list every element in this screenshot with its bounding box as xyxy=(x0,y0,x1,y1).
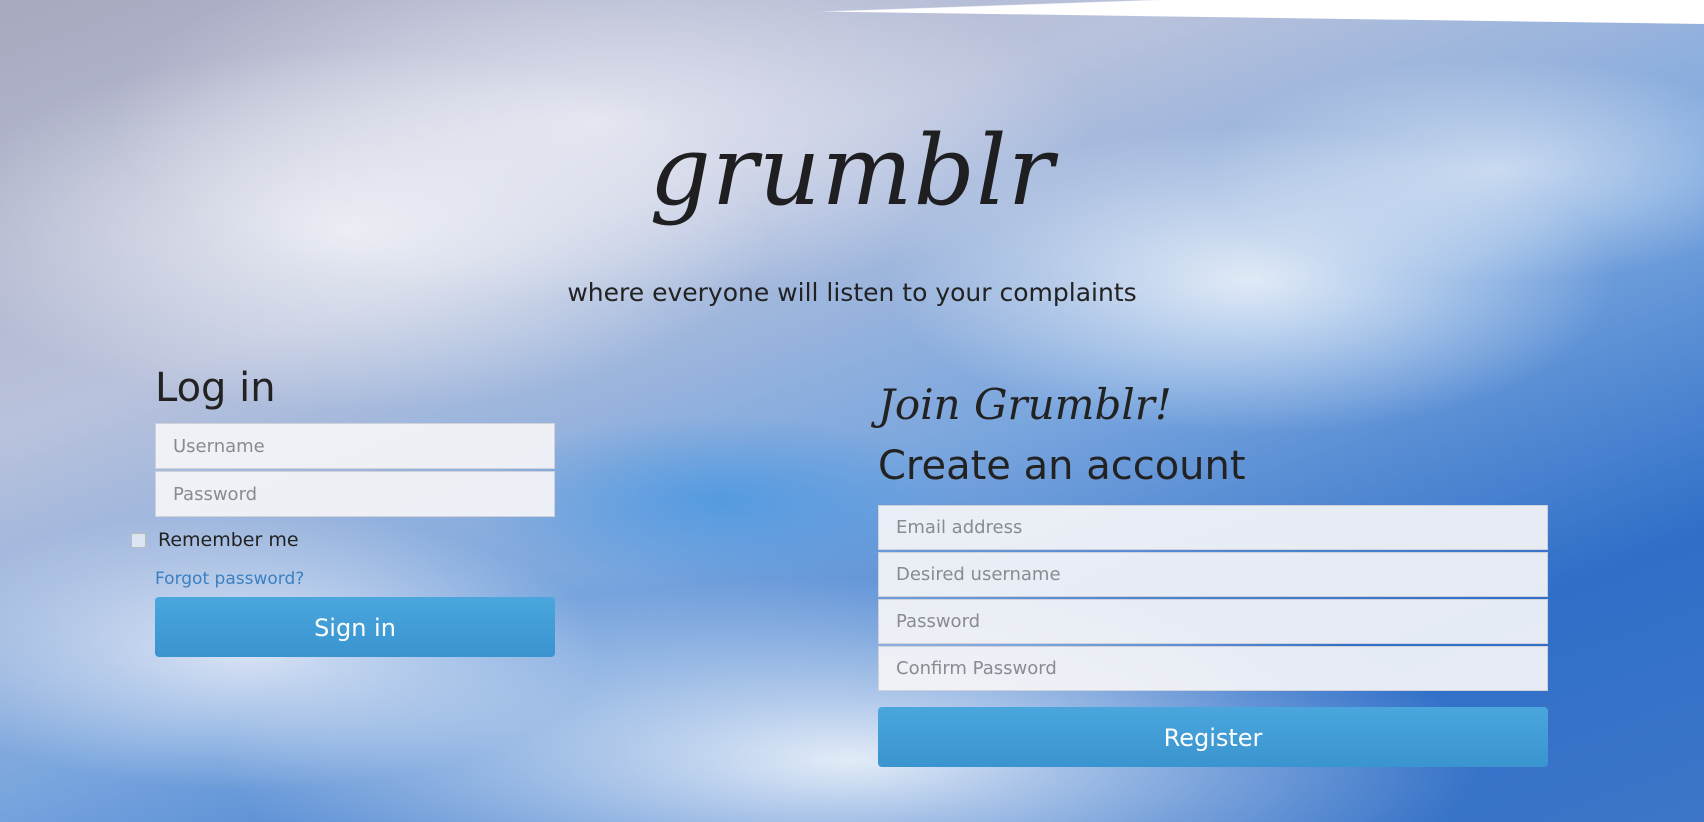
join-heading: Join Grumblr! xyxy=(878,380,1172,429)
register-password-field[interactable] xyxy=(878,599,1548,644)
forgot-password-link[interactable]: Forgot password? xyxy=(155,569,304,589)
remember-me-checkbox[interactable] xyxy=(131,532,146,548)
username-input[interactable] xyxy=(155,423,555,469)
remember-me-label: Remember me xyxy=(158,529,299,551)
remember-me-row[interactable]: Remember me xyxy=(131,529,555,551)
create-account-heading: Create an account xyxy=(878,443,1246,489)
app-tagline: where everyone will listen to your compl… xyxy=(567,278,1137,307)
email-field[interactable] xyxy=(878,505,1548,550)
register-button[interactable]: Register xyxy=(878,707,1548,767)
sign-in-button[interactable]: Sign in xyxy=(155,597,555,657)
photo-edge xyxy=(0,0,1704,24)
register-form: Join Grumblr! Create an account Register xyxy=(878,380,1548,767)
app-logo: grumblr xyxy=(649,115,1055,227)
login-form: Log in Remember me Forgot password? Sign… xyxy=(131,365,555,657)
password-input[interactable] xyxy=(155,471,555,517)
page-background: grumblr where everyone will listen to yo… xyxy=(0,0,1704,822)
login-heading: Log in xyxy=(155,365,276,411)
desired-username-field[interactable] xyxy=(878,552,1548,597)
confirm-password-field[interactable] xyxy=(878,646,1548,691)
